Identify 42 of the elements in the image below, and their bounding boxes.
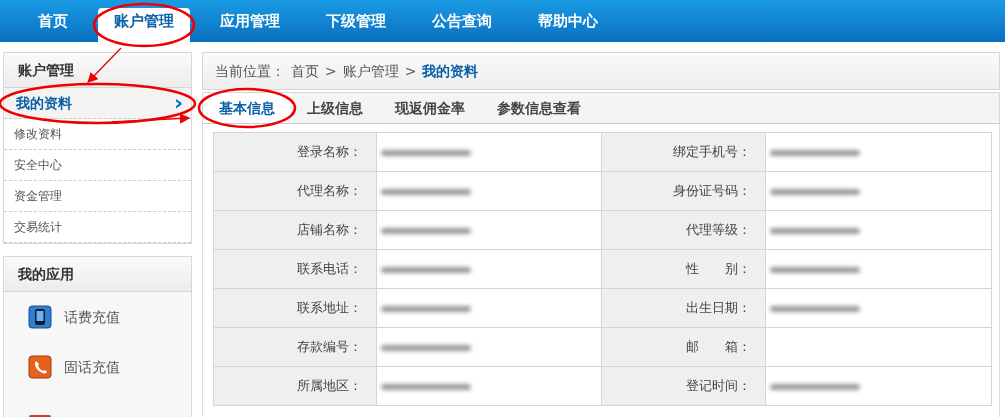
field-label: 登录名称： (213, 132, 377, 172)
breadcrumb-link[interactable]: 首页 (291, 60, 319, 82)
tab[interactable]: 参数信息查看 (481, 93, 597, 123)
field-label: 登记时间： (601, 366, 766, 406)
field-label: 代理名称： (213, 171, 377, 211)
field-label: 代理等级： (601, 210, 766, 250)
field-label: 性 别： (601, 249, 766, 289)
sidebar-item[interactable]: 修改资料 (4, 119, 191, 150)
breadcrumb-label: 当前位置： (215, 61, 285, 81)
annotation-arrow (87, 47, 122, 83)
field-label: 所属地区： (213, 366, 377, 406)
breadcrumb-separator: > (404, 61, 417, 81)
tab[interactable]: 现返佣金率 (379, 93, 481, 123)
nav-tab[interactable]: 首页 (22, 8, 84, 42)
nav-tab[interactable]: 账户管理 (98, 8, 190, 42)
phone-handset-icon[interactable] (28, 355, 52, 379)
app-link[interactable]: 固话充值 (64, 356, 120, 378)
nav-tab[interactable]: 下级管理 (310, 8, 402, 42)
field-label: 出生日期： (601, 288, 766, 328)
sidebar-item[interactable]: 我的资料 › (4, 88, 191, 119)
field-label: 联系电话： (213, 249, 377, 289)
field-label: 联系地址： (213, 288, 377, 328)
tab[interactable]: 基本信息 (203, 93, 291, 123)
breadcrumb-current: 我的资料 (422, 61, 479, 81)
nav-tab[interactable]: 帮助中心 (522, 8, 614, 42)
field-label: 身份证号码： (601, 171, 766, 211)
chevron-icon: › (173, 92, 183, 114)
breadcrumb-link[interactable]: 账户管理 (342, 60, 399, 82)
sidebar-title: 账户管理 (4, 53, 191, 88)
sidebar-item[interactable]: 交易统计 (4, 212, 191, 243)
field-label: 邮 箱： (601, 327, 766, 367)
field-label: 绑定手机号： (601, 132, 766, 172)
nav-tab[interactable]: 公告查询 (416, 8, 508, 42)
app-link[interactable]: 话费充值 (64, 306, 120, 328)
tab[interactable]: 上级信息 (291, 93, 379, 123)
breadcrumb-separator: > (325, 61, 337, 81)
field-label: 店铺名称： (213, 210, 377, 250)
field-label: 存款编号： (213, 327, 377, 367)
mobile-phone-icon[interactable] (28, 305, 52, 329)
sidebar-item[interactable]: 资金管理 (4, 181, 191, 212)
nav-tab[interactable]: 应用管理 (204, 8, 296, 42)
sidebar-item[interactable]: 安全中心 (4, 150, 191, 181)
